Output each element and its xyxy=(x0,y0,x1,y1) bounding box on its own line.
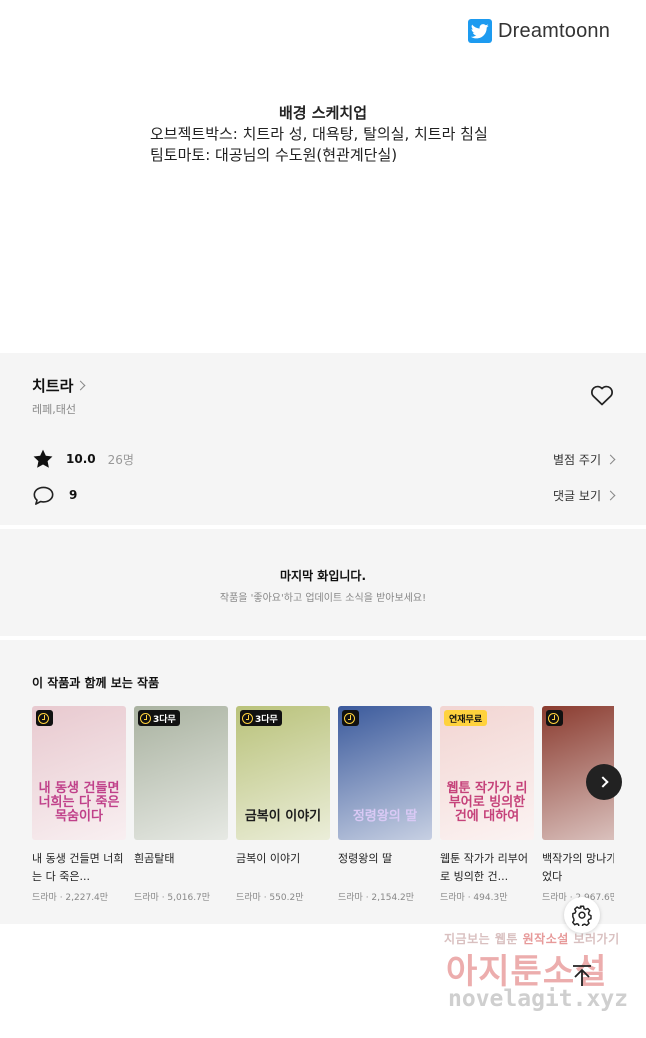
recommendation-title: 내 동생 건들면 너희는 다 죽은... xyxy=(32,852,124,883)
recommendation-cover-title: 정령왕의 딸 xyxy=(352,809,418,824)
heart-icon xyxy=(591,385,613,406)
recommendation-meta: 드라마 · 2,227.4만 xyxy=(32,893,109,903)
arrow-up-icon xyxy=(573,965,591,986)
recommendation-cover-title: 금복이 이야기 xyxy=(244,809,322,824)
comments-label: 댓글 보기 xyxy=(553,488,601,503)
recommendation-title: 금복이 이야기 xyxy=(236,852,301,865)
series-authors: 레페,태선 xyxy=(32,403,76,416)
clock-icon xyxy=(548,712,559,724)
series-info-panel: 치트라 레페,태선 10.0 26명 별점 주기 9 댓글 보기 xyxy=(0,353,646,525)
gear-icon xyxy=(572,905,592,926)
comment-icon xyxy=(33,486,54,505)
free-wait-badge xyxy=(36,710,53,726)
credit-line: 오브젝트박스: 치트라 성, 대욕탕, 탈의실, 치트라 침실 xyxy=(150,125,488,143)
recommendation-card[interactable]: 백작가의 망나가 되었다드라마 · 2,967.6만 xyxy=(542,706,614,903)
recommendation-thumbnail: 내 동생 건들면 너희는 다 죽은 목숨이다 xyxy=(32,706,126,840)
rating-count: 26명 xyxy=(107,452,134,467)
recommendation-card[interactable]: 내 동생 건들면 너희는 다 죽은 목숨이다내 동생 건들면 너희는 다 죽은.… xyxy=(32,706,126,903)
last-episode-headline: 마지막 화입니다. xyxy=(279,569,367,583)
clock-icon xyxy=(38,712,49,724)
twitter-credit: Dreamtoonn xyxy=(468,19,610,43)
recommendation-card[interactable]: 3다무흰곰탈태드라마 · 5,016.7만 xyxy=(134,706,228,903)
clock-icon xyxy=(140,712,151,724)
recommendation-thumbnail: 3다무 xyxy=(134,706,228,840)
recommendation-card[interactable]: 연재무료웹툰 작가가 리부어로 빙의한 건에 대하여웹툰 작가가 리부어로 빙의… xyxy=(440,706,534,903)
recommendations-heading: 이 작품과 함께 보는 작품 xyxy=(32,676,160,690)
chevron-right-icon xyxy=(605,490,616,500)
free-wait-badge: 3다무 xyxy=(138,710,180,726)
carousel-next-button[interactable] xyxy=(586,764,622,800)
scroll-top-button[interactable] xyxy=(568,962,596,990)
recommendation-card[interactable]: 3다무 금복이 이야기 금복이 이야기 드라마 · 550.2만 xyxy=(236,706,330,903)
recommendation-thumbnail: 3다무금복이 이야기 xyxy=(236,706,330,840)
comment-count: 9 xyxy=(69,488,78,502)
twitter-handle: Dreamtoonn xyxy=(498,19,611,42)
credit-title: 배경 스케치업 xyxy=(278,104,368,122)
free-wait-badge xyxy=(546,710,563,726)
rating-score: 10.0 xyxy=(66,452,96,466)
settings-button[interactable] xyxy=(564,897,600,933)
rate-button[interactable]: 별점 주기 xyxy=(553,447,616,471)
watermark-url: novelagit.xyz xyxy=(448,986,629,1012)
credit-line: 팀토마토: 대공님의 수도원(현관계단실) xyxy=(150,146,398,164)
like-button[interactable] xyxy=(590,384,614,410)
chevron-right-icon xyxy=(605,454,616,464)
free-wait-badge xyxy=(342,710,359,726)
recommendation-title: 흰곰탈태 xyxy=(134,852,175,865)
recommendation-badge: 연재무료 xyxy=(444,710,488,726)
recommendation-cover-title: 웹툰 작가가 리부어로 빙의한 건에 대하여 xyxy=(446,781,528,824)
recommendation-meta: 드라마 · 494.3만 xyxy=(440,893,508,903)
series-title: 치트라 xyxy=(32,377,74,395)
chevron-right-icon xyxy=(596,776,609,788)
comments-button[interactable]: 댓글 보기 xyxy=(553,483,616,507)
recommendation-meta: 드라마 · 5,016.7만 xyxy=(134,893,211,903)
recommendation-thumbnail: 연재무료웹툰 작가가 리부어로 빙의한 건에 대하여 xyxy=(440,706,534,840)
clock-icon xyxy=(344,712,355,724)
recommendation-meta: 드라마 · 550.2만 xyxy=(236,893,304,903)
comment-row: 9 댓글 보기 xyxy=(32,483,616,507)
free-wait-badge: 3다무 xyxy=(240,710,282,726)
recommendation-card[interactable]: 정령왕의 딸 정령왕의 딸 드라마 · 2,154.2만 xyxy=(338,706,432,903)
recommendation-cover-title: 내 동생 건들면 너희는 다 죽은 목숨이다 xyxy=(38,781,120,824)
credits-section: Dreamtoonn 배경 스케치업 오브젝트박스: 치트라 성, 대욕탕, 탈… xyxy=(0,0,646,353)
recommendation-title: 웹툰 작가가 리부어로 빙의한 건... xyxy=(440,852,528,883)
recommendation-badge-label: 3다무 xyxy=(255,714,278,725)
recommendation-thumbnail: 정령왕의 딸 xyxy=(338,706,432,840)
recommendation-meta: 드라마 · 2,154.2만 xyxy=(338,893,415,903)
last-episode-subtext: 작품을 '좋아요'하고 업데이트 소식을 받아보세요! xyxy=(219,593,427,604)
credit-lines: 오브젝트박스: 치트라 성, 대욕탕, 탈의실, 치트라 침실 팀토마토: 대공… xyxy=(150,124,488,166)
recommendations-carousel: 내 동생 건들면 너희는 다 죽은 목숨이다내 동생 건들면 너희는 다 죽은.… xyxy=(32,706,614,916)
rate-label: 별점 주기 xyxy=(553,452,601,467)
chevron-right-icon xyxy=(75,380,86,391)
last-episode-notice: 마지막 화입니다. 작품을 '좋아요'하고 업데이트 소식을 받아보세요! xyxy=(0,529,646,636)
recommendations-section: 이 작품과 함께 보는 작품 내 동생 건들면 너희는 다 죽은 목숨이다 내 동… xyxy=(0,640,646,924)
star-icon xyxy=(33,449,53,468)
series-title-link[interactable]: 치트라 xyxy=(32,375,86,396)
recommendation-badge-label: 3다무 xyxy=(153,714,176,725)
rating-row: 10.0 26명 별점 주기 xyxy=(32,447,616,471)
twitter-icon xyxy=(468,19,492,43)
recommendation-title: 백작가의 망나가 되었다 xyxy=(542,852,614,883)
recommendation-title: 정령왕의 딸 xyxy=(338,852,393,865)
clock-icon xyxy=(242,712,253,724)
